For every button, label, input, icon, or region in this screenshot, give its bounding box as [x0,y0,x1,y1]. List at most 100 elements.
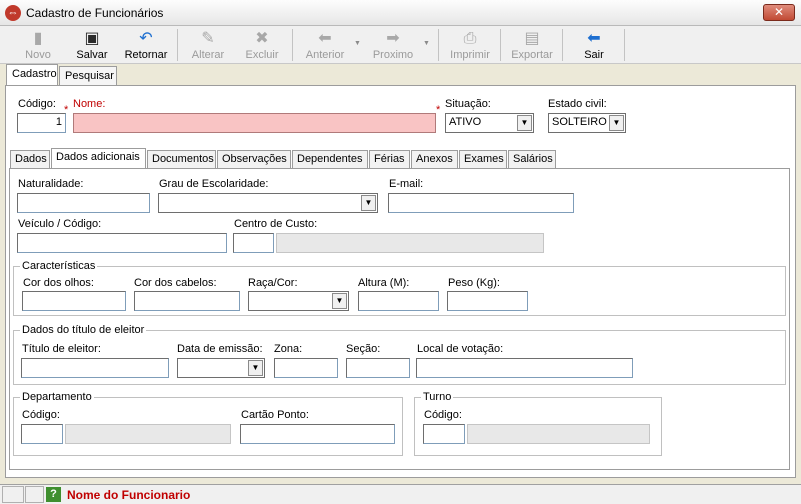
situacao-value: ATIVO [449,116,482,128]
cartao-ponto-label: Cartão Ponto: [241,409,309,421]
retornar-button[interactable]: ↶ Retornar [122,26,170,64]
delete-x-icon: ✖ [255,30,269,47]
zona-label: Zona: [274,343,303,355]
imprimir-button[interactable]: ⎙ Imprimir [448,26,492,64]
estado-civil-select[interactable]: SOLTEIRO ▼ [548,113,626,133]
toolbar-separator [500,29,501,61]
chevron-down-icon[interactable]: ▼ [609,115,624,131]
eleitor-title: Dados do título de eleitor [20,324,147,336]
naturalidade-field[interactable] [17,193,150,213]
altura-field[interactable] [358,291,439,311]
salvar-button[interactable]: ▣ Salvar [74,26,110,64]
excluir-button[interactable]: ✖ Excluir [242,26,282,64]
status-cell [25,486,44,503]
toolbar-separator [438,29,439,61]
tab-dependentes[interactable]: Dependentes [292,150,368,168]
tab-dados-adicionais[interactable]: Dados adicionais [51,148,146,168]
estado-civil-value: SOLTEIRO [552,116,607,128]
toolbar-separator [624,29,625,61]
escolaridade-label: Grau de Escolaridade: [159,178,269,190]
departamento-descricao-field [65,424,231,444]
new-document-icon: ▮ [33,30,43,47]
printer-icon: ⎙ [463,30,477,47]
help-icon[interactable]: ? [46,487,61,502]
departamento-codigo-field[interactable] [21,424,63,444]
veiculo-label: Veículo / Código: [18,218,102,230]
codigo-field[interactable]: 1 [17,113,66,133]
toolbar: ▮ Novo ▣ Salvar ↶ Retornar ✎ Alterar ✖ E… [0,26,801,64]
naturalidade-label: Naturalidade: [18,178,84,190]
departamento-title: Departamento [20,391,94,403]
required-mark: * [436,104,441,116]
centro-custo-label: Centro de Custo: [234,218,318,230]
arrow-left-icon: ⬅ [318,30,332,47]
chevron-down-icon[interactable]: ▼ [517,115,532,131]
export-folder-icon: ▤ [524,30,540,47]
data-emissao-picker[interactable]: ▼ [177,358,265,378]
anterior-button[interactable]: ⬅ Anterior [302,26,348,64]
sair-button[interactable]: ⬅ Sair [576,26,612,64]
tab-exames[interactable]: Exames [459,150,507,168]
novo-button[interactable]: ▮ Novo [20,26,56,64]
status-message: Nome do Funcionario [67,488,191,502]
turno-title: Turno [421,391,454,403]
estado-civil-label: Estado civil: [548,98,607,110]
status-cell [2,486,24,503]
secao-field[interactable] [346,358,410,378]
peso-label: Peso (Kg): [448,277,500,289]
nome-label: Nome: [73,98,106,110]
edit-icon: ✎ [201,30,215,47]
chevron-down-icon[interactable]: ▼ [361,195,376,211]
exit-arrow-icon: ⬅ [587,30,601,47]
centro-custo-code-field[interactable] [233,233,274,253]
alterar-button[interactable]: ✎ Alterar [188,26,228,64]
turno-codigo-field[interactable] [423,424,465,444]
toolbar-separator [177,29,178,61]
tab-anexos[interactable]: Anexos [411,150,458,168]
secao-label: Seção: [346,343,381,355]
tab-ferias[interactable]: Férias [369,150,410,168]
titulo-field[interactable] [21,358,169,378]
proximo-dropdown-icon[interactable]: ▼ [423,40,431,48]
tab-salarios[interactable]: Salários [508,150,556,168]
titulo-label: Título de eleitor: [22,343,101,355]
close-button[interactable]: ✕ [763,4,795,21]
local-votacao-field[interactable] [416,358,633,378]
raca-label: Raça/Cor: [248,277,298,289]
tab-observacoes[interactable]: Observações [217,150,291,168]
turno-descricao-field [467,424,650,444]
olhos-field[interactable] [22,291,126,311]
app-icon: ⇔ [5,5,21,21]
calendar-dropdown-icon[interactable]: ▼ [248,360,263,376]
nome-field[interactable] [73,113,436,133]
veiculo-field[interactable] [17,233,227,253]
proximo-button[interactable]: ➡ Proximo [370,26,416,64]
arrow-right-icon: ➡ [386,30,400,47]
tab-documentos[interactable]: Documentos [147,150,216,168]
anterior-dropdown-icon[interactable]: ▼ [354,40,362,48]
toolbar-separator [292,29,293,61]
caracteristicas-title: Características [20,260,98,272]
chevron-down-icon[interactable]: ▼ [332,293,347,309]
raca-select[interactable]: ▼ [248,291,349,311]
cabelos-label: Cor dos cabelos: [134,277,217,289]
situacao-select[interactable]: ATIVO ▼ [445,113,534,133]
situacao-label: Situação: [445,98,491,110]
codigo-label: Código: [18,98,56,110]
cabelos-field[interactable] [134,291,240,311]
email-field[interactable] [388,193,574,213]
local-votacao-label: Local de votação: [417,343,504,355]
save-floppy-icon: ▣ [84,30,100,47]
zona-field[interactable] [274,358,338,378]
departamento-codigo-label: Código: [22,409,60,421]
tab-cadastro[interactable]: Cadastro [6,64,58,85]
exportar-button[interactable]: ▤ Exportar [508,26,556,64]
email-label: E-mail: [389,178,424,190]
cartao-ponto-field[interactable] [240,424,395,444]
tab-pesquisar[interactable]: Pesquisar [59,66,117,85]
toolbar-separator [562,29,563,61]
undo-arrow-icon: ↶ [139,30,153,47]
peso-field[interactable] [447,291,528,311]
tab-dados[interactable]: Dados [10,150,50,168]
escolaridade-select[interactable]: ▼ [158,193,378,213]
